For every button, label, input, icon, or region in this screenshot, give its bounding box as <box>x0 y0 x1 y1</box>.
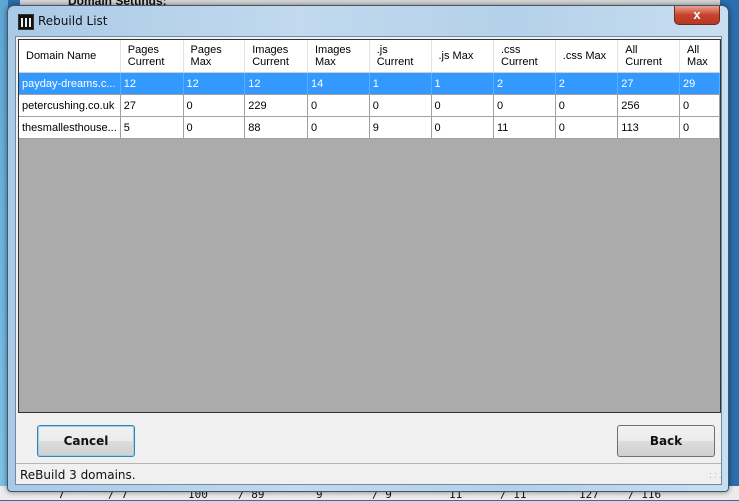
table-cell[interactable]: 88 <box>244 116 308 139</box>
table-cell[interactable]: 0 <box>493 94 556 117</box>
table-row[interactable]: petercushing.co.uk 27 0 229 0 0 0 0 0 25… <box>19 94 720 117</box>
resize-grip-icon[interactable]: · · · · · <box>709 470 721 482</box>
column-header[interactable]: Pages Max <box>183 40 246 73</box>
column-header[interactable]: Pages Current <box>120 40 184 73</box>
table-cell[interactable]: 2 <box>493 72 556 95</box>
column-header[interactable]: .css Max <box>555 40 619 73</box>
table-cell[interactable]: payday-dreams.c... <box>19 72 121 95</box>
column-header[interactable]: All Max <box>679 40 720 73</box>
status-bar: ReBuild 3 domains. · · · · · <box>16 463 721 484</box>
close-icon: x <box>693 7 701 22</box>
header-row: Domain Name Pages Current Pages Max Imag… <box>19 40 720 73</box>
table-row[interactable]: thesmallesthouse... 5 0 88 0 9 0 11 0 11… <box>19 116 720 139</box>
rebuild-list-dialog: Rebuild List x Domain Name Pages Current… <box>7 5 729 492</box>
table-cell[interactable]: 27 <box>120 94 184 117</box>
table-cell[interactable]: 0 <box>555 116 619 139</box>
table-row[interactable]: payday-dreams.c... 12 12 12 14 1 1 2 2 2… <box>19 72 720 95</box>
column-header[interactable]: Domain Name <box>19 40 121 73</box>
table-cell[interactable]: 0 <box>679 94 720 117</box>
column-header[interactable]: .css Current <box>493 40 556 73</box>
table-cell[interactable]: 0 <box>369 94 432 117</box>
table-cell[interactable]: 12 <box>120 72 184 95</box>
table-cell[interactable]: 14 <box>307 72 370 95</box>
table-cell[interactable]: thesmallesthouse... <box>19 116 121 139</box>
column-header[interactable]: .js Current <box>369 40 432 73</box>
table-cell[interactable]: 0 <box>307 116 370 139</box>
column-header[interactable]: .js Max <box>431 40 494 73</box>
table-cell[interactable]: 5 <box>120 116 184 139</box>
table-cell[interactable]: 12 <box>183 72 246 95</box>
app-icon <box>18 14 34 30</box>
table-cell[interactable]: 29 <box>679 72 720 95</box>
table-cell[interactable]: 1 <box>369 72 432 95</box>
table-cell[interactable]: 0 <box>555 94 619 117</box>
table-cell[interactable]: 229 <box>244 94 308 117</box>
table-cell[interactable]: 0 <box>183 94 246 117</box>
table-cell[interactable]: 0 <box>679 116 720 139</box>
back-button[interactable]: Back <box>617 425 715 457</box>
cancel-button[interactable]: Cancel <box>37 425 135 457</box>
table-cell[interactable]: 0 <box>431 94 494 117</box>
window-title: Rebuild List <box>38 14 108 28</box>
table-cell[interactable]: 2 <box>555 72 619 95</box>
status-text: ReBuild 3 domains. <box>20 468 136 482</box>
table-cell[interactable]: 256 <box>617 94 681 117</box>
table-cell[interactable]: 11 <box>493 116 556 139</box>
table-cell[interactable]: 9 <box>369 116 432 139</box>
column-header[interactable]: Images Current <box>244 40 308 73</box>
rebuild-table: Domain Name Pages Current Pages Max Imag… <box>19 40 720 139</box>
column-header[interactable]: All Current <box>617 40 681 73</box>
table-cell[interactable]: 0 <box>431 116 494 139</box>
table-cell[interactable]: 0 <box>183 116 246 139</box>
table-cell[interactable]: 27 <box>617 72 681 95</box>
table-cell[interactable]: 12 <box>244 72 308 95</box>
table-cell[interactable]: 1 <box>431 72 494 95</box>
table-cell[interactable]: 113 <box>617 116 681 139</box>
table-cell[interactable]: petercushing.co.uk <box>19 94 121 117</box>
column-header[interactable]: Images Max <box>307 40 370 73</box>
table-cell[interactable]: 0 <box>307 94 370 117</box>
rebuild-grid[interactable]: Domain Name Pages Current Pages Max Imag… <box>18 39 721 413</box>
dialog-client-area: Domain Name Pages Current Pages Max Imag… <box>15 36 722 485</box>
close-button[interactable]: x <box>674 6 720 25</box>
title-bar[interactable]: Rebuild List x <box>8 6 728 36</box>
